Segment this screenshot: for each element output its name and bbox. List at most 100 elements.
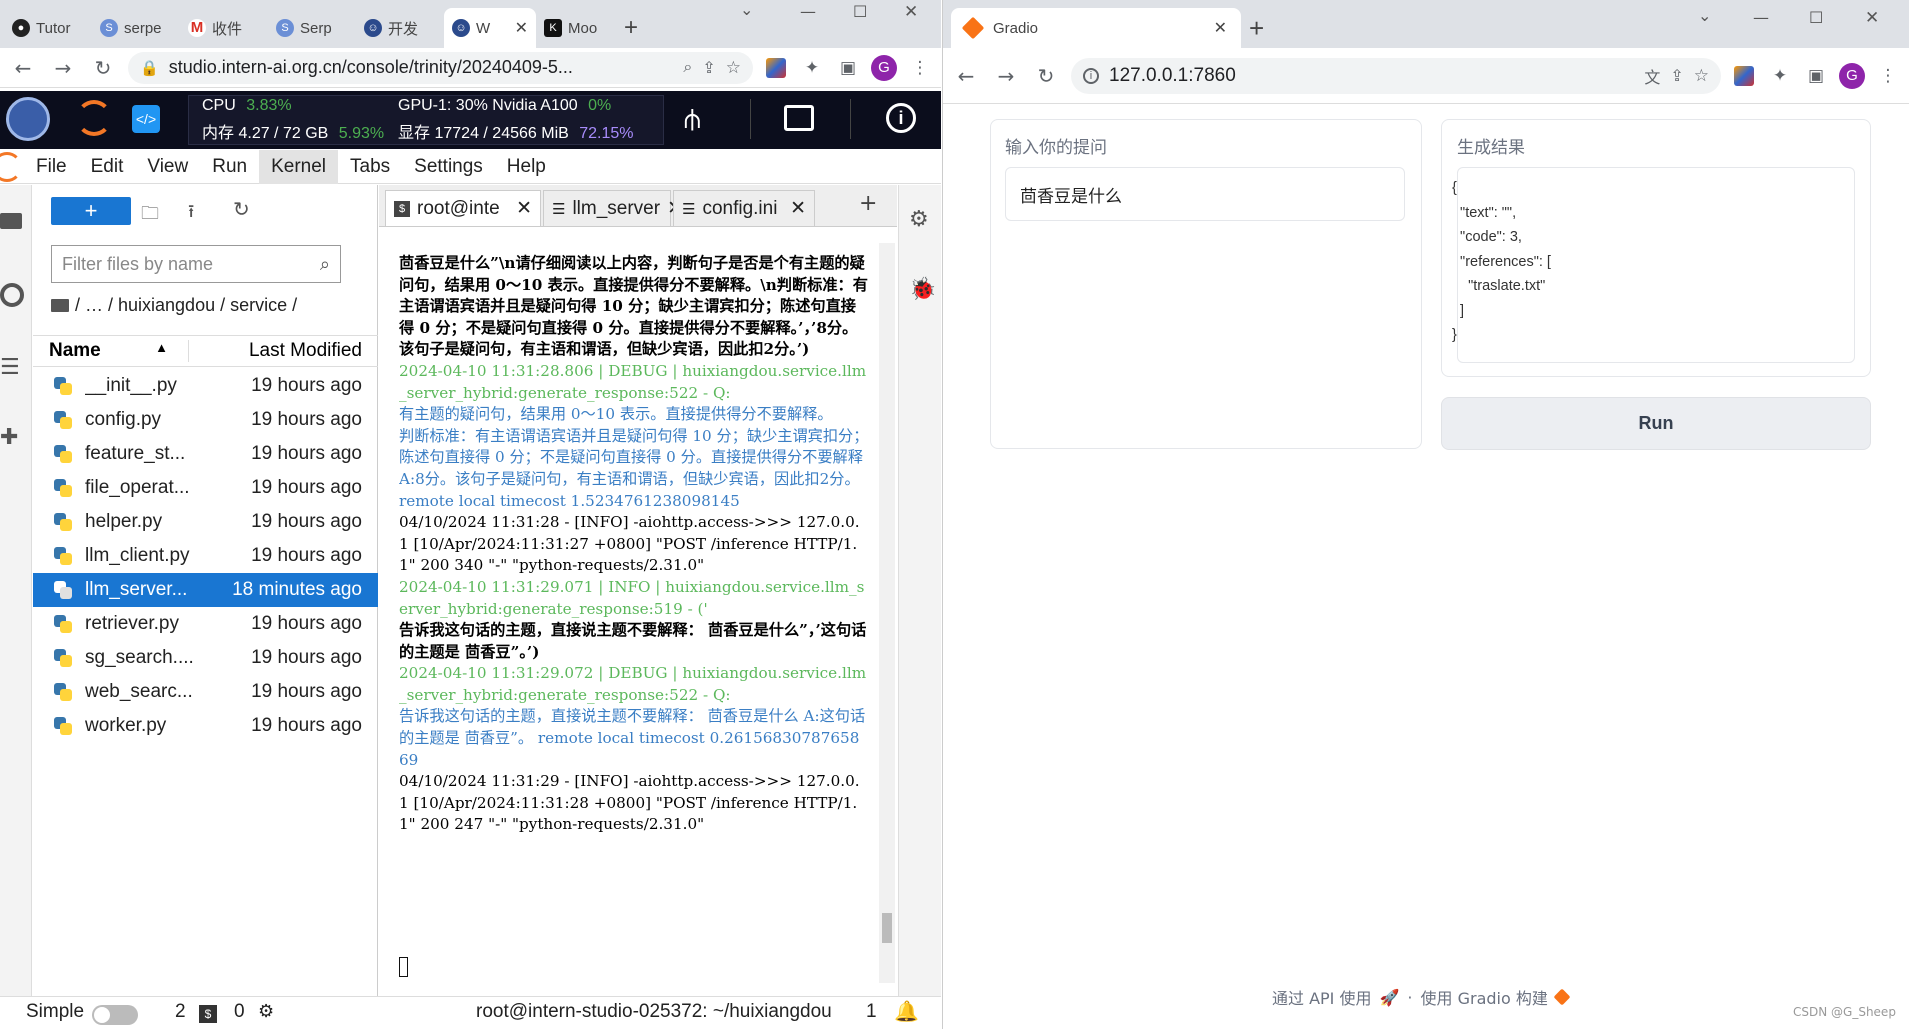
browser-tab-1[interactable]: ● Tutor [4,8,92,48]
upload-icon[interactable]: ⭱ [188,199,194,229]
menu-kernel[interactable]: Kernel [259,149,338,184]
close-icon[interactable]: ✕ [515,18,528,38]
reload-icon[interactable]: ↻ [1031,61,1061,91]
browser-tab-5[interactable]: ☺ 开发 [356,8,444,48]
refresh-icon[interactable]: ↻ [233,197,250,222]
new-tab-button[interactable]: + [1241,8,1272,48]
simple-mode-toggle[interactable] [92,1005,138,1025]
url-field[interactable]: 🔒 studio.intern-ai.org.cn/console/trinit… [128,51,753,84]
forward-icon[interactable]: → [991,61,1021,91]
maximize-icon[interactable]: ☐ [853,2,867,21]
new-launcher-button[interactable]: + [51,197,131,225]
column-modified[interactable]: Last Modified [189,340,378,362]
avatar[interactable]: G [871,54,897,81]
share-icon[interactable]: ⇪ [702,58,715,78]
minimize-icon[interactable]: — [800,2,816,21]
vscode-icon[interactable]: </> [132,105,160,133]
puzzle-icon[interactable]: ✦ [799,55,825,81]
close-icon[interactable]: ✕ [790,197,806,220]
extension-icon[interactable]: ✚ [0,425,18,450]
tab-llm-server[interactable]: ☰ llm_server ✕ [543,190,683,226]
intern-logo-icon[interactable] [6,97,50,141]
close-icon[interactable]: ✕ [516,197,532,220]
browser-tab-4[interactable]: S Serp [268,8,356,48]
file-row[interactable]: worker.py 19 hours ago [33,709,378,743]
maximize-icon[interactable]: ☐ [1809,8,1823,27]
info-icon[interactable]: i [886,103,916,133]
menu-dots-icon[interactable]: ⋮ [1875,63,1901,89]
star-icon[interactable]: ☆ [726,58,741,78]
translate-icon[interactable]: 文 [1644,64,1660,88]
close-icon[interactable]: ✕ [1214,18,1227,38]
chevron-down-icon[interactable]: ⌄ [740,0,753,19]
add-tab-button[interactable]: + [859,191,877,216]
pitchfork-icon[interactable]: ⫛ [684,103,701,136]
tab-config-ini[interactable]: ☰ config.ini ✕ [673,190,815,226]
menu-view[interactable]: View [135,150,200,184]
built-with-gradio-link[interactable]: 使用 Gradio 构建 [1421,985,1548,1009]
file-row[interactable]: web_searc... 19 hours ago [33,675,378,709]
extension-logo-icon[interactable] [1731,63,1757,89]
browser-tab-3[interactable]: M 收件 [180,8,268,48]
monitor-icon[interactable] [784,105,814,131]
window-close-icon[interactable]: ✕ [904,2,918,22]
file-row[interactable]: config.py 19 hours ago [33,403,378,437]
file-row[interactable]: file_operat... 19 hours ago [33,471,378,505]
minimize-icon[interactable]: — [1753,8,1769,27]
back-icon[interactable]: ← [951,61,981,91]
extension-logo-icon[interactable] [763,55,789,81]
toc-icon[interactable]: ☰ [0,355,20,380]
browser-tab-7[interactable]: K Moo [536,8,616,48]
browser-tab-2[interactable]: Sserpe [92,8,180,48]
forward-icon[interactable]: → [48,53,78,83]
menu-dots-icon[interactable]: ⋮ [907,55,933,81]
file-row[interactable]: retriever.py 19 hours ago [33,607,378,641]
url-field[interactable]: i 127.0.0.1:7860 文 ⇪ ☆ [1071,57,1721,94]
sidepanel-icon[interactable]: ▣ [1803,63,1829,89]
file-modified: 19 hours ago [251,613,362,634]
tab-terminal[interactable]: $ root@inte ✕ [385,190,541,226]
sidepanel-icon[interactable]: ▣ [835,55,861,81]
window-close-icon[interactable]: ✕ [1865,8,1879,28]
property-inspector-icon[interactable]: ⚙ [909,207,929,232]
new-folder-icon[interactable]: 🗀 [141,201,159,231]
avatar[interactable]: G [1839,62,1865,89]
bell-icon[interactable]: 🔔 [894,999,919,1024]
reload-icon[interactable]: ↻ [88,53,118,83]
file-row[interactable]: llm_client.py 19 hours ago [33,539,378,573]
menu-settings[interactable]: Settings [402,150,495,184]
menu-run[interactable]: Run [200,150,259,184]
menu-tabs[interactable]: Tabs [338,150,402,184]
column-name[interactable]: Name ▲ [33,340,189,362]
new-tab-button[interactable]: + [616,8,646,48]
file-name: helper.py [85,511,163,532]
menu-file[interactable]: File [24,150,79,184]
scrollbar-thumb[interactable] [882,913,892,943]
file-row[interactable]: llm_server... 18 minutes ago [33,573,378,607]
zoom-icon[interactable]: ⌕ [683,59,692,77]
folder-icon[interactable] [0,213,22,229]
browser-tab-gradio[interactable]: Gradio ✕ [951,8,1241,48]
use-via-api-link[interactable]: 通过 API 使用 [1272,985,1372,1009]
question-input[interactable]: 茴香豆是什么 [1005,167,1405,221]
puzzle-icon[interactable]: ✦ [1767,63,1793,89]
filter-input[interactable]: Filter files by name ⌕ [51,245,341,283]
back-icon[interactable]: ← [8,53,38,83]
run-button[interactable]: Run [1441,397,1871,450]
folder-icon[interactable] [51,299,69,312]
jupyter-launch-icon[interactable] [76,100,112,136]
terminal-output[interactable]: 茴香豆是什么”\n请仔细阅读以上内容，判断句子是否是个有主题的疑问句，结果用 0… [399,253,869,983]
share-icon[interactable]: ⇪ [1670,66,1683,86]
scrollbar[interactable] [879,243,895,983]
menu-help[interactable]: Help [495,150,558,184]
star-icon[interactable]: ☆ [1694,66,1709,86]
file-row[interactable]: __init__.py 19 hours ago [33,369,378,403]
file-row[interactable]: sg_search.... 19 hours ago [33,641,378,675]
browser-tab-6-active[interactable]: ☺ W ✕ [444,8,536,48]
menu-edit[interactable]: Edit [79,150,136,184]
file-row[interactable]: helper.py 19 hours ago [33,505,378,539]
chevron-down-icon[interactable]: ⌄ [1698,6,1711,25]
running-icon[interactable] [0,283,24,307]
file-row[interactable]: feature_st... 19 hours ago [33,437,378,471]
debugger-icon[interactable]: 🐞 [909,277,936,302]
